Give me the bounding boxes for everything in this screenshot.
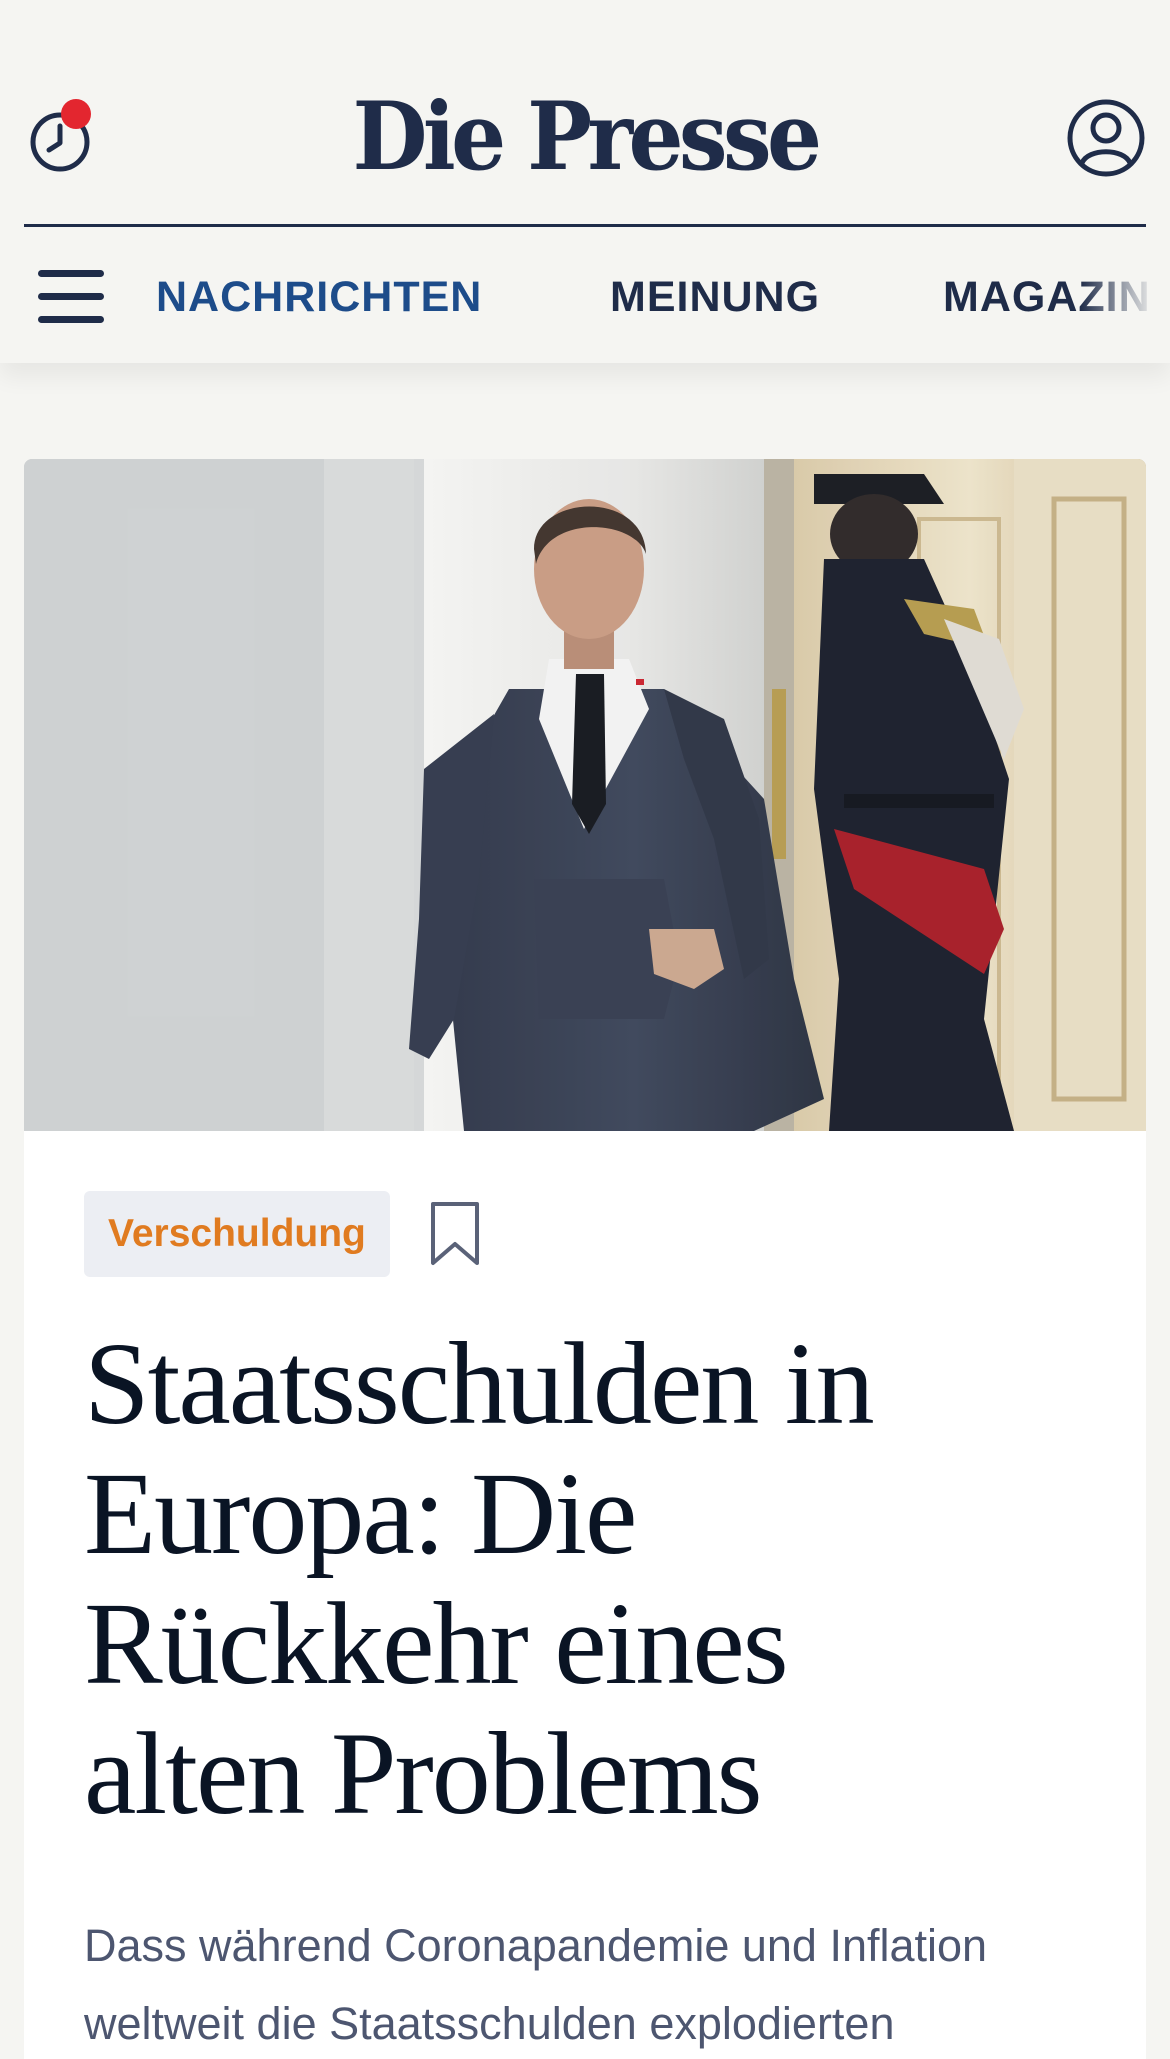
article-hero-image[interactable] — [24, 459, 1146, 1131]
hamburger-menu-icon[interactable] — [38, 268, 106, 324]
site-logo[interactable]: Die Presse — [47, 82, 1123, 192]
account-button[interactable] — [1066, 98, 1146, 178]
user-circle-icon — [1067, 99, 1145, 177]
article-teaser-card[interactable]: Verschuldung Staatsschulden in Europa: D… — [24, 459, 1146, 2059]
site-header: Die Presse NACHRICHTEN MEINUNG MAGAZIN — [0, 0, 1170, 363]
article-topic-tag[interactable]: Verschuldung — [84, 1191, 390, 1277]
header-divider — [24, 224, 1146, 227]
nav-item-meinung[interactable]: MEINUNG — [610, 272, 820, 322]
bookmark-icon — [431, 1202, 479, 1265]
nav-item-nachrichten[interactable]: NACHRICHTEN — [156, 272, 482, 322]
article-headline[interactable]: Staatsschulden in Europa: Die Rückkehr e… — [84, 1319, 884, 1839]
main-navigation: NACHRICHTEN MEINUNG MAGAZIN — [0, 228, 1170, 363]
bookmark-button[interactable] — [430, 1201, 480, 1267]
article-lead-text: Dass während Coronapandemie und Inflatio… — [84, 1920, 988, 2049]
nav-item-magazin[interactable]: MAGAZIN — [943, 272, 1151, 322]
